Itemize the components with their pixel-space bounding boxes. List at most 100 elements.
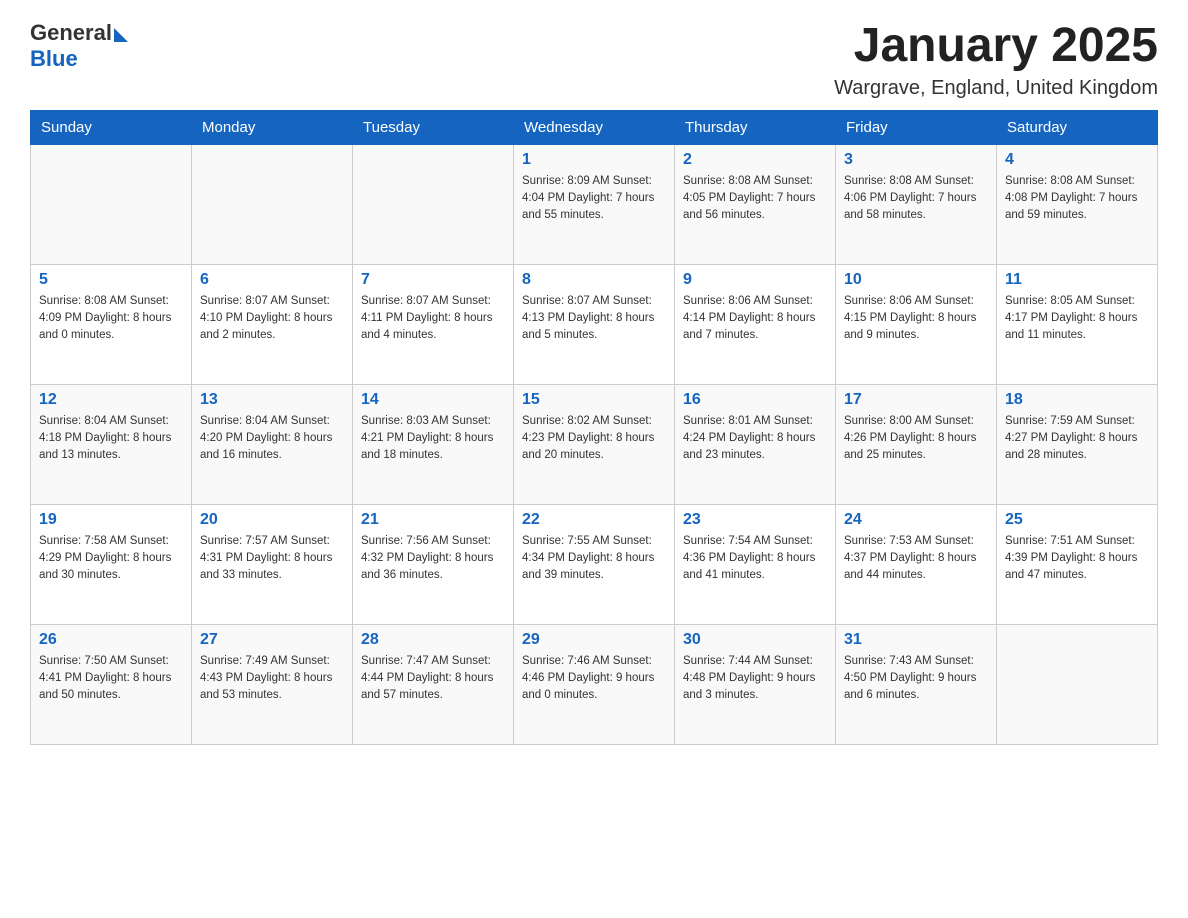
day-info: Sunrise: 7:54 AM Sunset: 4:36 PM Dayligh… [683,533,827,585]
day-info: Sunrise: 7:49 AM Sunset: 4:43 PM Dayligh… [200,653,344,705]
page-header: General Blue January 2025 Wargrave, Engl… [30,20,1158,100]
day-info: Sunrise: 7:58 AM Sunset: 4:29 PM Dayligh… [39,533,183,585]
day-number: 22 [522,511,666,529]
calendar-cell: 18 Sunrise: 7:59 AM Sunset: 4:27 PM Dayli… [997,384,1158,504]
calendar-cell: 24 Sunrise: 7:53 AM Sunset: 4:37 PM Dayli… [836,504,997,624]
day-number: 13 [200,391,344,409]
calendar-cell: 2 Sunrise: 8:08 AM Sunset: 4:05 PM Daylig… [675,144,836,264]
day-number: 26 [39,631,183,649]
title-block: January 2025 Wargrave, England, United K… [834,20,1158,100]
day-number: 1 [522,151,666,169]
calendar-week-2: 5 Sunrise: 8:08 AM Sunset: 4:09 PM Daylig… [31,264,1158,384]
day-info: Sunrise: 8:04 AM Sunset: 4:18 PM Dayligh… [39,413,183,465]
calendar-cell [997,624,1158,744]
calendar-cell: 14 Sunrise: 8:03 AM Sunset: 4:21 PM Dayli… [353,384,514,504]
calendar-cell: 26 Sunrise: 7:50 AM Sunset: 4:41 PM Dayli… [31,624,192,744]
day-info: Sunrise: 7:47 AM Sunset: 4:44 PM Dayligh… [361,653,505,705]
day-info: Sunrise: 8:07 AM Sunset: 4:13 PM Dayligh… [522,293,666,345]
calendar-week-5: 26 Sunrise: 7:50 AM Sunset: 4:41 PM Dayli… [31,624,1158,744]
day-info: Sunrise: 8:08 AM Sunset: 4:09 PM Dayligh… [39,293,183,345]
day-number: 25 [1005,511,1149,529]
calendar-cell: 28 Sunrise: 7:47 AM Sunset: 4:44 PM Dayli… [353,624,514,744]
calendar-cell: 13 Sunrise: 8:04 AM Sunset: 4:20 PM Dayli… [192,384,353,504]
day-info: Sunrise: 7:51 AM Sunset: 4:39 PM Dayligh… [1005,533,1149,585]
day-info: Sunrise: 7:50 AM Sunset: 4:41 PM Dayligh… [39,653,183,705]
day-info: Sunrise: 7:59 AM Sunset: 4:27 PM Dayligh… [1005,413,1149,465]
calendar-cell: 25 Sunrise: 7:51 AM Sunset: 4:39 PM Dayli… [997,504,1158,624]
calendar-cell: 17 Sunrise: 8:00 AM Sunset: 4:26 PM Dayli… [836,384,997,504]
calendar-cell: 19 Sunrise: 7:58 AM Sunset: 4:29 PM Dayli… [31,504,192,624]
location-subtitle: Wargrave, England, United Kingdom [834,77,1158,100]
day-number: 17 [844,391,988,409]
calendar-cell [31,144,192,264]
day-number: 7 [361,271,505,289]
calendar-cell [192,144,353,264]
calendar-cell: 12 Sunrise: 8:04 AM Sunset: 4:18 PM Dayli… [31,384,192,504]
calendar-cell [353,144,514,264]
calendar-week-4: 19 Sunrise: 7:58 AM Sunset: 4:29 PM Dayli… [31,504,1158,624]
day-info: Sunrise: 8:06 AM Sunset: 4:14 PM Dayligh… [683,293,827,345]
calendar-week-3: 12 Sunrise: 8:04 AM Sunset: 4:18 PM Dayli… [31,384,1158,504]
day-number: 30 [683,631,827,649]
calendar-cell: 5 Sunrise: 8:08 AM Sunset: 4:09 PM Daylig… [31,264,192,384]
calendar-cell: 4 Sunrise: 8:08 AM Sunset: 4:08 PM Daylig… [997,144,1158,264]
day-number: 16 [683,391,827,409]
calendar-cell: 30 Sunrise: 7:44 AM Sunset: 4:48 PM Dayli… [675,624,836,744]
header-sunday: Sunday [31,110,192,144]
calendar-cell: 7 Sunrise: 8:07 AM Sunset: 4:11 PM Daylig… [353,264,514,384]
day-number: 12 [39,391,183,409]
day-number: 8 [522,271,666,289]
calendar-cell: 1Sunrise: 8:09 AM Sunset: 4:04 PM Daylig… [514,144,675,264]
calendar-cell: 10 Sunrise: 8:06 AM Sunset: 4:15 PM Dayli… [836,264,997,384]
day-info: Sunrise: 8:05 AM Sunset: 4:17 PM Dayligh… [1005,293,1149,345]
calendar-cell: 16 Sunrise: 8:01 AM Sunset: 4:24 PM Dayli… [675,384,836,504]
day-number: 23 [683,511,827,529]
day-info: Sunrise: 7:43 AM Sunset: 4:50 PM Dayligh… [844,653,988,705]
day-info: Sunrise: 8:06 AM Sunset: 4:15 PM Dayligh… [844,293,988,345]
logo: General Blue [30,20,128,72]
calendar-cell: 22Sunrise: 7:55 AM Sunset: 4:34 PM Dayli… [514,504,675,624]
calendar-cell: 15Sunrise: 8:02 AM Sunset: 4:23 PM Dayli… [514,384,675,504]
calendar-week-1: 1Sunrise: 8:09 AM Sunset: 4:04 PM Daylig… [31,144,1158,264]
day-info: Sunrise: 8:07 AM Sunset: 4:10 PM Dayligh… [200,293,344,345]
day-info: Sunrise: 8:04 AM Sunset: 4:20 PM Dayligh… [200,413,344,465]
day-info: Sunrise: 8:08 AM Sunset: 4:05 PM Dayligh… [683,173,827,225]
day-number: 14 [361,391,505,409]
day-number: 18 [1005,391,1149,409]
day-info: Sunrise: 8:01 AM Sunset: 4:24 PM Dayligh… [683,413,827,465]
day-number: 11 [1005,271,1149,289]
header-friday: Friday [836,110,997,144]
logo-blue: Blue [30,46,78,72]
day-number: 28 [361,631,505,649]
calendar-cell: 8 Sunrise: 8:07 AM Sunset: 4:13 PM Daylig… [514,264,675,384]
day-number: 19 [39,511,183,529]
calendar-cell: 20Sunrise: 7:57 AM Sunset: 4:31 PM Dayli… [192,504,353,624]
day-number: 6 [200,271,344,289]
day-info: Sunrise: 7:56 AM Sunset: 4:32 PM Dayligh… [361,533,505,585]
day-info: Sunrise: 8:03 AM Sunset: 4:21 PM Dayligh… [361,413,505,465]
day-info: Sunrise: 7:53 AM Sunset: 4:37 PM Dayligh… [844,533,988,585]
calendar-cell: 31Sunrise: 7:43 AM Sunset: 4:50 PM Dayli… [836,624,997,744]
day-number: 9 [683,271,827,289]
day-info: Sunrise: 7:44 AM Sunset: 4:48 PM Dayligh… [683,653,827,705]
calendar-cell: 6 Sunrise: 8:07 AM Sunset: 4:10 PM Daylig… [192,264,353,384]
day-info: Sunrise: 7:57 AM Sunset: 4:31 PM Dayligh… [200,533,344,585]
calendar-cell: 27Sunrise: 7:49 AM Sunset: 4:43 PM Dayli… [192,624,353,744]
day-info: Sunrise: 8:00 AM Sunset: 4:26 PM Dayligh… [844,413,988,465]
day-number: 4 [1005,151,1149,169]
day-number: 10 [844,271,988,289]
calendar-cell: 11 Sunrise: 8:05 AM Sunset: 4:17 PM Dayli… [997,264,1158,384]
day-number: 24 [844,511,988,529]
calendar-cell: 3Sunrise: 8:08 AM Sunset: 4:06 PM Daylig… [836,144,997,264]
day-info: Sunrise: 8:07 AM Sunset: 4:11 PM Dayligh… [361,293,505,345]
calendar-cell: 23 Sunrise: 7:54 AM Sunset: 4:36 PM Dayli… [675,504,836,624]
header-tuesday: Tuesday [353,110,514,144]
header-thursday: Thursday [675,110,836,144]
day-info: Sunrise: 8:08 AM Sunset: 4:08 PM Dayligh… [1005,173,1149,225]
day-info: Sunrise: 8:02 AM Sunset: 4:23 PM Dayligh… [522,413,666,465]
calendar-cell: 21Sunrise: 7:56 AM Sunset: 4:32 PM Dayli… [353,504,514,624]
logo-general: General [30,20,112,46]
calendar-header-row: SundayMondayTuesdayWednesdayThursdayFrid… [31,110,1158,144]
day-number: 5 [39,271,183,289]
day-number: 2 [683,151,827,169]
